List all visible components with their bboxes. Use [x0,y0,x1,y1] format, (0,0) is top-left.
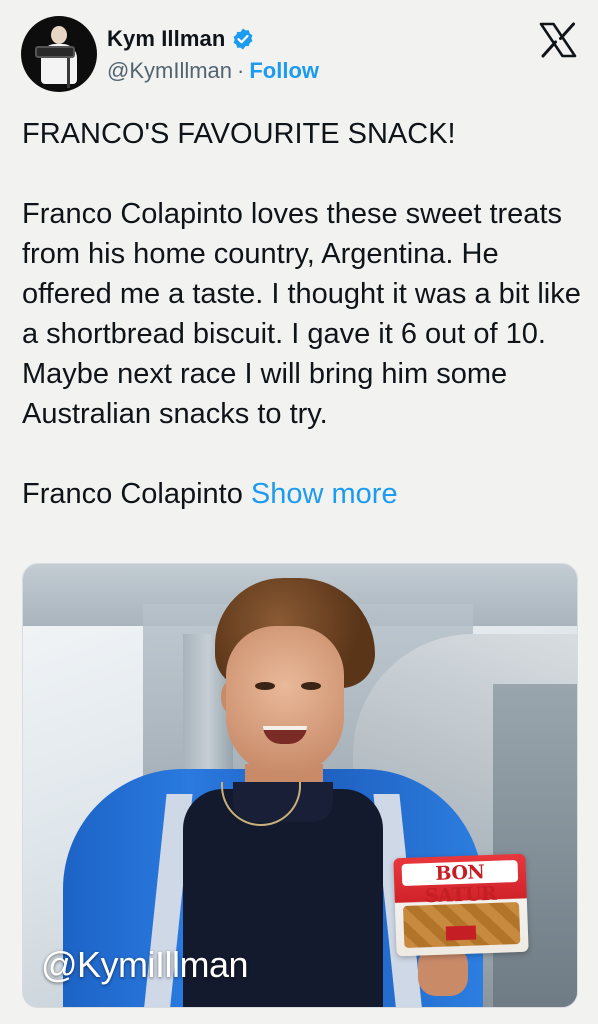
photo-face [226,626,344,776]
photo-eye-left [255,682,275,690]
tweet-tail-line: Franco Colapinto Show more [22,474,582,514]
tweet-header: Kym Illman @KymIllman · Follow [0,0,598,110]
tweet-text: FRANCO'S FAVOURITE SNACK! Franco Colapin… [22,114,582,514]
tweet-tail: Franco Colapinto [22,478,243,510]
author-handle-row: @KymIllman · Follow [107,58,319,84]
avatar-camera-stand [67,58,70,88]
author-name-row: Kym Illman [107,26,255,52]
show-more-link[interactable]: Show more [251,478,398,510]
tweet-body: Franco Colapinto loves these sweet treat… [22,198,581,430]
snack-package: BON SATUR [393,853,529,957]
avatar[interactable] [21,16,97,92]
verified-badge-icon [233,28,253,50]
snack-badge [445,925,477,941]
avatar-camera [35,46,75,58]
author-display-name[interactable]: Kym Illman [107,26,225,52]
snack-brand-label: BON SATUR [401,860,519,907]
author-handle[interactable]: @KymIllman [107,58,232,84]
avatar-head [51,26,67,44]
tweet-headline: FRANCO'S FAVOURITE SNACK! [22,118,456,150]
tweet-media-photo[interactable]: BON SATUR @KymiIllman [22,563,578,1008]
photo-side-building [493,684,577,1007]
x-logo-icon[interactable] [538,22,578,58]
photo-eye-right [301,682,321,690]
photo-watermark: @KymiIllman [41,944,249,985]
follow-button[interactable]: Follow [249,58,319,84]
handle-separator: · [237,58,245,83]
